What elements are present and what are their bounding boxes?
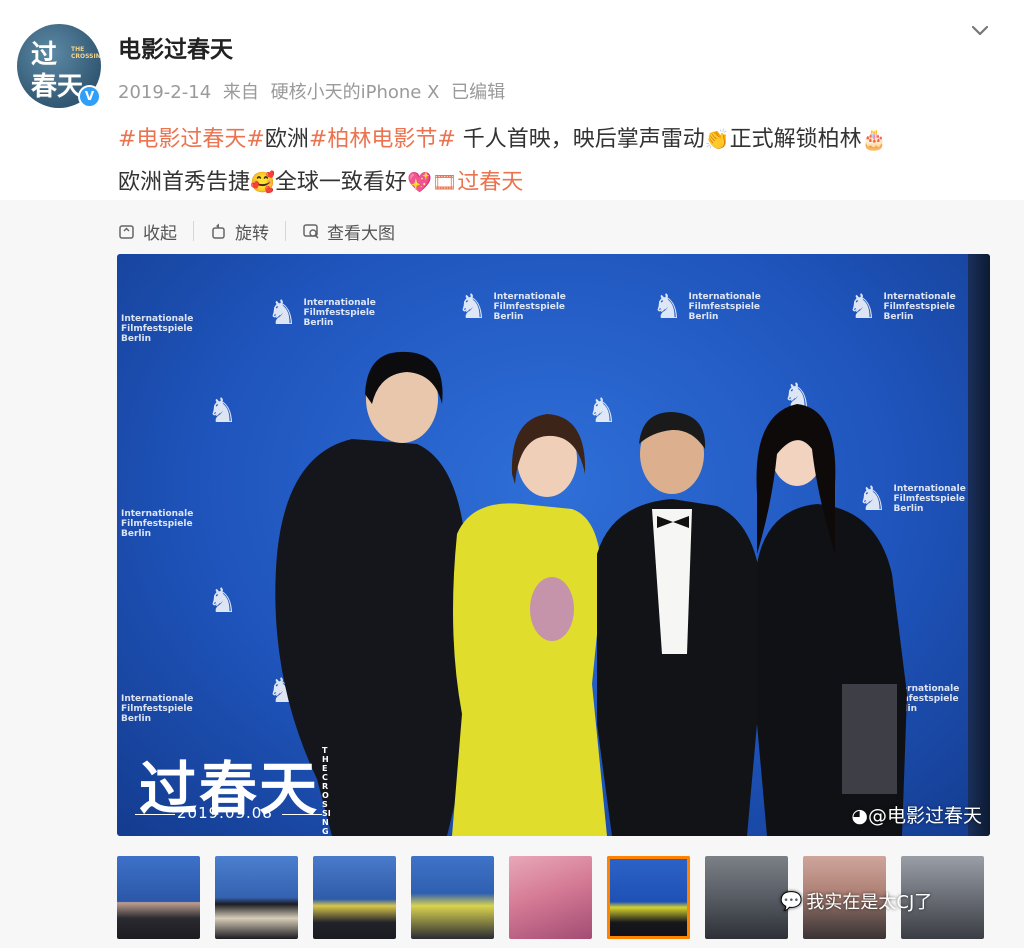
rotate-label: 旋转 — [235, 223, 269, 244]
collapse-label: 收起 — [143, 223, 177, 244]
view-large-button[interactable]: 查看大图 — [302, 219, 395, 244]
film-icon[interactable]: 🎞 — [432, 161, 457, 203]
thumbnail-watermark: 💬 我实在是太CJ了 — [780, 888, 932, 914]
post-text-segment: 千人首映，映后掌声雷动 — [455, 127, 705, 152]
toolbar-divider — [285, 221, 286, 241]
post-source: 硬核小天的iPhone X — [270, 82, 440, 103]
collapse-button[interactable]: 收起 — [118, 219, 177, 244]
movie-subtitle-stamp: THE CROSSING — [322, 746, 331, 836]
date-rule — [282, 814, 322, 815]
thumbnail[interactable] — [117, 856, 200, 939]
post-header: 过 春天 THE CROSSING V 电影过春天 2019-2-14 来自 硬… — [0, 0, 1024, 200]
post-text-segment: 欧洲首秀告捷 — [118, 170, 251, 195]
post-text-segment: 全球一致看好 — [274, 170, 407, 195]
thumbnail[interactable] — [509, 856, 592, 939]
thumbnail[interactable] — [411, 856, 494, 939]
weibo-icon: ◕ — [851, 805, 868, 827]
image-toolbar: 收起 旋转 查看大图 — [118, 218, 395, 244]
thumbnail-active[interactable] — [607, 856, 690, 939]
post-text-segment: 欧洲 — [264, 127, 309, 152]
date-rule — [135, 814, 175, 815]
thumbnail-watermark-text: 我实在是太CJ了 — [806, 892, 933, 913]
source-prefix: 来自 — [222, 82, 259, 103]
release-date: 2019.03.08 — [177, 804, 273, 822]
rotate-icon — [212, 223, 225, 239]
post-date[interactable]: 2019-2-14 — [118, 82, 211, 103]
cake-emoji-icon: 🎂 — [861, 127, 887, 151]
avatar-text-2: 春天 — [31, 72, 84, 102]
main-photo[interactable]: Internationale Filmfestspiele Berlin ♞ In… — [117, 254, 990, 836]
edited-label: 已编辑 — [451, 82, 506, 103]
rotate-button[interactable]: 旋转 — [210, 219, 269, 244]
verified-icon: V — [78, 85, 101, 108]
hashtag-link[interactable]: #电影过春天# — [118, 127, 265, 152]
clap-emoji-icon: 👏 — [704, 127, 730, 151]
movie-link[interactable]: 过春天 — [457, 170, 523, 195]
zoom-image-icon — [303, 224, 319, 239]
post-text: #电影过春天#欧洲#柏林电影节# 千人首映，映后掌声雷动👏正式解锁柏林🎂 欧洲首… — [118, 118, 998, 204]
post-text-segment: 正式解锁柏林 — [729, 127, 862, 152]
thumbnail[interactable] — [313, 856, 396, 939]
view-large-label: 查看大图 — [327, 223, 395, 244]
toolbar-divider — [193, 221, 194, 241]
username[interactable]: 电影过春天 — [118, 30, 233, 64]
avatar-text-small: THE CROSSING — [71, 46, 101, 60]
happy-emoji-icon: 🥰 — [250, 170, 275, 194]
photo-watermark-text: @电影过春天 — [867, 805, 982, 827]
heart-emoji-icon: 💖 — [406, 170, 432, 194]
chevron-down-icon[interactable] — [968, 18, 992, 42]
thumbnail[interactable] — [215, 856, 298, 939]
hashtag-link[interactable]: #柏林电影节# — [309, 127, 456, 152]
post-meta: 2019-2-14 来自 硬核小天的iPhone X 已编辑 — [118, 78, 511, 104]
thumbnail[interactable] — [705, 856, 788, 939]
photo-watermark: ◕@电影过春天 — [851, 801, 982, 828]
wechat-icon: 💬 — [780, 890, 803, 912]
collapse-icon — [119, 225, 134, 239]
